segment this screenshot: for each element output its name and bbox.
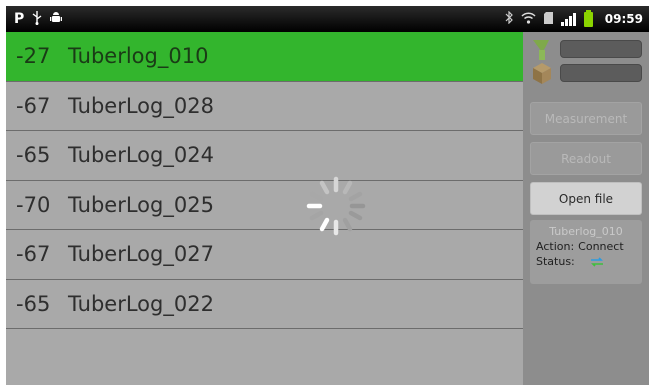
android-debug-icon: [50, 11, 63, 27]
device-screen: P 09:59 -27 Tuberlog_010 -67 TuberLog_02…: [6, 6, 649, 385]
device-name: TuberLog_028: [68, 93, 214, 118]
clock: 09:59: [604, 12, 643, 26]
signal-icon: [560, 12, 576, 26]
connection-info: Tuberlog_010 Action: Connect Status:: [530, 220, 642, 284]
device-row[interactable]: -65 TuberLog_022: [6, 280, 523, 329]
device-rssi: -27: [16, 44, 51, 69]
device-tools-icon: [533, 40, 551, 84]
device-row[interactable]: -65 TuberLog_024: [6, 131, 523, 181]
p-notification-icon: P: [14, 11, 25, 27]
device-name: TuberLog_022: [68, 291, 214, 316]
device-rssi: -67: [16, 93, 51, 118]
status-bar: P 09:59: [6, 6, 649, 32]
device-row[interactable]: -67 TuberLog_028: [6, 82, 523, 131]
sync-arrows-icon: [590, 256, 603, 267]
action-label: Action:: [536, 240, 575, 253]
usb-icon: [32, 10, 42, 28]
device-name: TuberLog_027: [68, 242, 214, 267]
battery-icon: [583, 9, 593, 27]
wifi-icon: [521, 11, 536, 27]
device-name: TuberLog_024: [68, 143, 214, 168]
main-content: -27 Tuberlog_010 -67 TuberLog_028 -65 TuberLo…: [6, 32, 649, 385]
status-bar-slot-2: [560, 64, 642, 82]
loading-spinner: [306, 176, 366, 236]
device-rssi: -67: [16, 242, 51, 267]
readout-button[interactable]: Readout: [530, 142, 642, 175]
open-file-button[interactable]: Open file: [530, 182, 642, 215]
action-value: Connect: [578, 240, 624, 253]
device-rssi: -65: [16, 143, 51, 168]
device-row[interactable]: -27 Tuberlog_010: [6, 32, 523, 82]
measurement-button[interactable]: Measurement: [530, 102, 642, 135]
device-rssi: -70: [16, 192, 51, 217]
device-name: TuberLog_025: [68, 192, 214, 217]
control-panel: Measurement Readout Open file Tuberlog_0…: [523, 32, 649, 385]
connected-device-name: Tuberlog_010: [549, 225, 623, 238]
device-row[interactable]: -67 TuberLog_027: [6, 230, 523, 280]
device-list: -27 Tuberlog_010 -67 TuberLog_028 -65 TuberLo…: [6, 32, 523, 385]
device-name: Tuberlog_010: [68, 44, 209, 69]
device-row[interactable]: -70 TuberLog_025: [6, 181, 523, 230]
status-bar-slot-1: [560, 40, 642, 58]
device-rssi: -65: [16, 291, 51, 316]
status-label: Status:: [536, 255, 575, 268]
bluetooth-icon: [505, 10, 513, 27]
sd-card-icon: [543, 11, 553, 27]
